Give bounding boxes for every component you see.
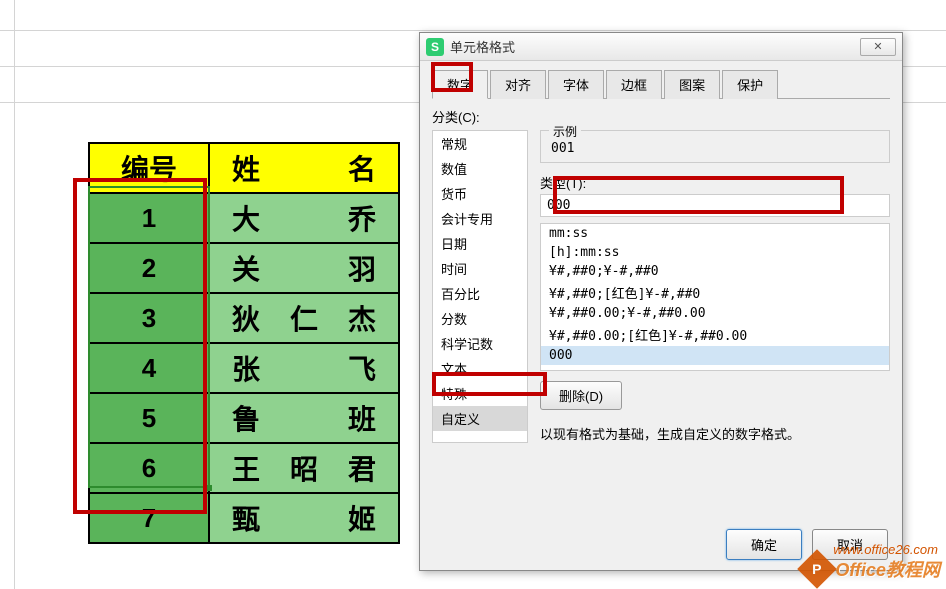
table-row[interactable]: 2关 羽 <box>89 243 399 293</box>
cell-id[interactable]: 1 <box>89 193 209 243</box>
example-legend: 示例 <box>549 123 581 140</box>
tab-number[interactable]: 数字 <box>432 70 488 99</box>
header-name[interactable]: 姓名 <box>209 143 399 193</box>
cell-name[interactable]: 张 飞 <box>209 343 399 393</box>
dialog-tabs: 数字 对齐 字体 边框 图案 保护 <box>432 69 890 99</box>
header-id[interactable]: 编号 <box>89 143 209 193</box>
format-item[interactable]: ¥#,##0;¥-#,##0 <box>541 262 889 281</box>
category-time[interactable]: 时间 <box>433 256 527 281</box>
category-custom[interactable]: 自定义 <box>433 406 527 431</box>
category-label: 分类(C): <box>432 107 890 126</box>
cell-id[interactable]: 5 <box>89 393 209 443</box>
category-special[interactable]: 特殊 <box>433 381 527 406</box>
cell-name[interactable]: 关 羽 <box>209 243 399 293</box>
watermark: P Office教程网 <box>803 555 940 583</box>
format-item[interactable]: 000 <box>541 346 889 365</box>
table-row[interactable]: 3狄仁杰 <box>89 293 399 343</box>
table-header-row: 编号 姓名 <box>89 143 399 193</box>
table-row[interactable]: 4张 飞 <box>89 343 399 393</box>
cell-name[interactable]: 王昭君 <box>209 443 399 493</box>
watermark-text: Office教程网 <box>835 556 940 582</box>
data-table[interactable]: 编号 姓名 1大 乔 2关 羽 3狄仁杰 4张 飞 5鲁 班 6王昭君 7甄 姬 <box>88 142 400 544</box>
table-row[interactable]: 5鲁 班 <box>89 393 399 443</box>
format-item[interactable]: mm:ss <box>541 224 889 243</box>
watermark-icon: P <box>798 549 838 589</box>
category-fraction[interactable]: 分数 <box>433 306 527 331</box>
cell-id[interactable]: 2 <box>89 243 209 293</box>
cell-name[interactable]: 甄 姬 <box>209 493 399 543</box>
tab-font[interactable]: 字体 <box>548 70 604 99</box>
format-list[interactable]: mm:ss [h]:mm:ss ¥#,##0;¥-#,##0 ¥#,##0;[红… <box>540 223 890 371</box>
tab-protection[interactable]: 保护 <box>722 70 778 99</box>
category-accounting[interactable]: 会计专用 <box>433 206 527 231</box>
tab-pattern[interactable]: 图案 <box>664 70 720 99</box>
cell-id[interactable]: 6 <box>89 443 209 493</box>
category-list[interactable]: 常规 数值 货币 会计专用 日期 时间 百分比 分数 科学记数 文本 特殊 自定… <box>432 130 528 443</box>
category-general[interactable]: 常规 <box>433 131 527 156</box>
format-item[interactable]: ¥#,##0.00;[红色]¥-#,##0.00 <box>541 323 889 346</box>
close-icon: ✕ <box>873 40 882 53</box>
description-text: 以现有格式为基础，生成自定义的数字格式。 <box>540 424 890 443</box>
cell-name[interactable]: 狄仁杰 <box>209 293 399 343</box>
ok-button[interactable]: 确定 <box>726 529 802 560</box>
cell-id[interactable]: 3 <box>89 293 209 343</box>
category-currency[interactable]: 货币 <box>433 181 527 206</box>
example-value: 001 <box>551 141 879 156</box>
format-item[interactable]: ¥#,##0;[红色]¥-#,##0 <box>541 281 889 304</box>
format-item[interactable]: [h]:mm:ss <box>541 243 889 262</box>
category-scientific[interactable]: 科学记数 <box>433 331 527 356</box>
tab-border[interactable]: 边框 <box>606 70 662 99</box>
dialog-titlebar[interactable]: S 单元格格式 ✕ <box>420 33 902 61</box>
cell-name[interactable]: 鲁 班 <box>209 393 399 443</box>
format-item[interactable]: ¥#,##0.00;¥-#,##0.00 <box>541 304 889 323</box>
app-icon: S <box>426 38 444 56</box>
cell-id[interactable]: 4 <box>89 343 209 393</box>
category-text[interactable]: 文本 <box>433 356 527 381</box>
table-row[interactable]: 7甄 姬 <box>89 493 399 543</box>
cell-id[interactable]: 7 <box>89 493 209 543</box>
cell-name[interactable]: 大 乔 <box>209 193 399 243</box>
type-input[interactable] <box>540 194 890 217</box>
table-row[interactable]: 6王昭君 <box>89 443 399 493</box>
type-label: 类型(T): <box>540 173 890 192</box>
category-date[interactable]: 日期 <box>433 231 527 256</box>
category-number[interactable]: 数值 <box>433 156 527 181</box>
example-box: 示例 001 <box>540 130 890 163</box>
category-percentage[interactable]: 百分比 <box>433 281 527 306</box>
table-row[interactable]: 1大 乔 <box>89 193 399 243</box>
dialog-title: 单元格格式 <box>450 37 860 56</box>
delete-button[interactable]: 删除(D) <box>540 381 622 410</box>
cell-format-dialog: S 单元格格式 ✕ 数字 对齐 字体 边框 图案 保护 分类(C): 常规 数值… <box>419 32 903 571</box>
close-button[interactable]: ✕ <box>860 38 896 56</box>
tab-alignment[interactable]: 对齐 <box>490 70 546 99</box>
